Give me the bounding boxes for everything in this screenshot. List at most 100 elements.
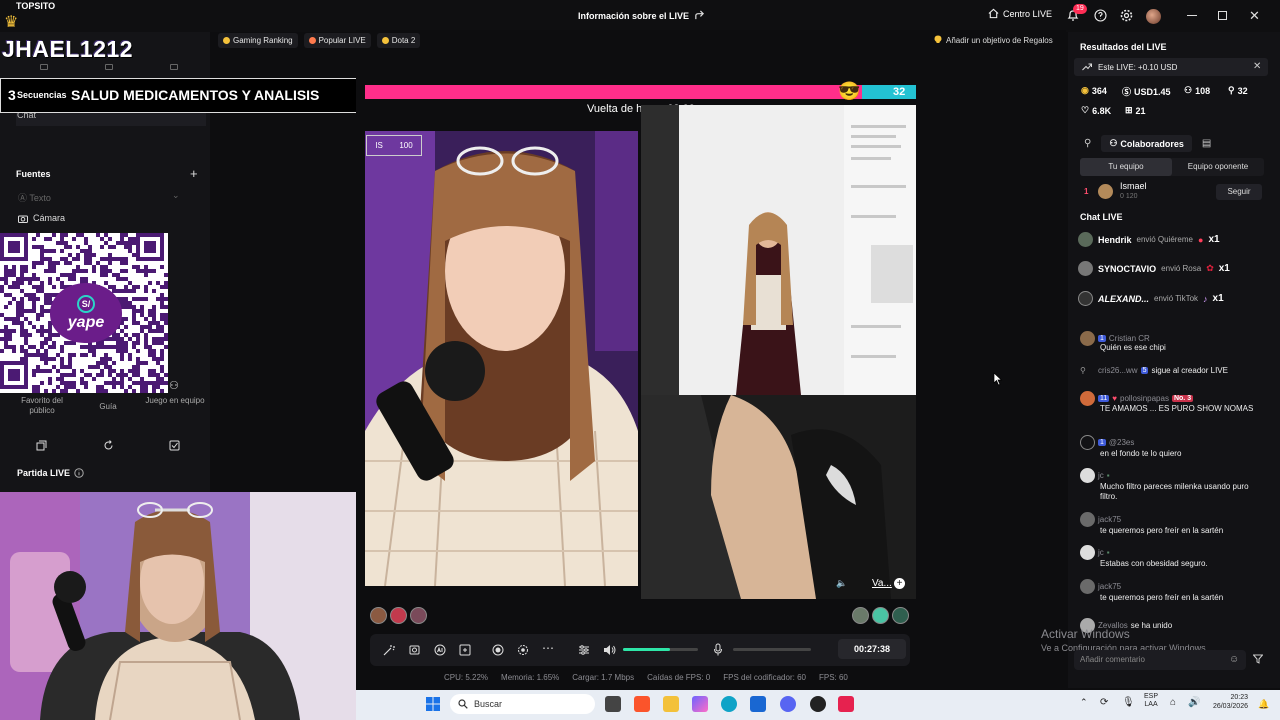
taskbar-search[interactable]: Buscar — [450, 694, 595, 714]
discord-icon[interactable] — [780, 696, 796, 712]
user-avatar[interactable] — [1078, 261, 1093, 276]
tray-chevron-icon[interactable]: ⌃ — [1080, 697, 1088, 708]
live-match-heading: Partida LIVE — [17, 468, 84, 478]
scene-tab-icon[interactable] — [40, 64, 48, 70]
gear-icon[interactable] — [1120, 9, 1133, 22]
source-text-item[interactable]: Ⓐ Texto — [18, 191, 51, 204]
scene-tab-icon[interactable] — [170, 64, 178, 70]
centro-live-button[interactable]: Centro LIVE — [988, 8, 1052, 19]
supporter-avatar[interactable] — [410, 607, 427, 624]
tab-opponent-team[interactable]: Equipo oponente — [1172, 158, 1264, 176]
network-icon[interactable]: ⌂ — [1170, 697, 1176, 708]
mic-tray-icon[interactable]: 🎙 — [1122, 697, 1135, 708]
chat-user[interactable]: jc — [1098, 548, 1104, 557]
notifications-icon[interactable]: 🔔 — [1258, 699, 1269, 710]
language-indicator[interactable]: ESP LAA — [1144, 693, 1158, 709]
speaker-tray-icon[interactable]: 🔊 — [1188, 697, 1200, 708]
chip-gaming-ranking[interactable]: Gaming Ranking — [218, 33, 298, 48]
chat-user[interactable]: jack75 — [1098, 515, 1121, 524]
gift-sender[interactable]: ALEXAND... — [1098, 294, 1149, 304]
volume-icon[interactable] — [603, 644, 616, 656]
chevron-down-icon[interactable]: ⌄ — [172, 190, 180, 201]
minimize-button[interactable] — [1187, 15, 1197, 16]
camera-switch-icon[interactable] — [409, 644, 421, 656]
user-avatar[interactable] — [1080, 331, 1095, 346]
supporter-avatar[interactable] — [852, 607, 869, 624]
copilot-icon[interactable] — [692, 696, 708, 712]
layout-icon[interactable] — [459, 644, 471, 656]
obs-icon[interactable] — [810, 696, 826, 712]
user-avatar[interactable] — [1080, 545, 1095, 560]
chip-popular-live[interactable]: Popular LIVE — [303, 33, 371, 48]
magic-wand-icon[interactable] — [383, 644, 395, 656]
brave-browser-icon[interactable] — [634, 696, 650, 712]
tiktok-live-studio-icon[interactable] — [838, 696, 854, 712]
refresh-icon[interactable] — [103, 440, 114, 451]
user-avatar[interactable] — [1078, 291, 1093, 306]
user-avatar[interactable] — [1080, 579, 1095, 594]
share-icon[interactable] — [694, 10, 705, 21]
windows-start-icon[interactable] — [426, 697, 440, 711]
list-icon[interactable]: ▤ — [1202, 138, 1211, 149]
user-avatar[interactable] — [1080, 468, 1095, 483]
add-opponent-icon[interactable]: + — [894, 578, 905, 589]
option-team-game[interactable]: Juego en equipo — [145, 396, 205, 406]
emoji-icon[interactable]: ☺ — [1229, 654, 1239, 665]
clock[interactable]: 20:23 26/03/2026 — [1208, 693, 1248, 711]
comment-input[interactable]: Añadir comentario — [1074, 650, 1246, 670]
more-icon[interactable]: ⋯ — [542, 641, 554, 655]
user-avatar[interactable] — [1146, 9, 1161, 24]
option-favorite[interactable]: Favorito del público — [12, 396, 72, 416]
maximize-button[interactable] — [1218, 11, 1227, 20]
gift-sender[interactable]: SYNOCTAVIO — [1098, 264, 1156, 274]
microphone-slider[interactable] — [733, 648, 811, 651]
chip-dota-2[interactable]: Dota 2 — [376, 33, 421, 48]
add-source-icon[interactable]: + — [190, 166, 198, 181]
chat-user[interactable]: @23es — [1109, 438, 1134, 447]
record-icon[interactable] — [492, 644, 504, 656]
supporter-avatar[interactable] — [892, 607, 909, 624]
store-icon[interactable] — [750, 696, 766, 712]
microphone-icon[interactable] — [713, 643, 723, 656]
supporter-avatar[interactable] — [370, 607, 387, 624]
chat-user[interactable]: Cristian CR — [1109, 334, 1150, 343]
add-gift-goal-link[interactable]: Añadir un objetivo de Regalos — [934, 35, 1053, 45]
user-avatar[interactable] — [1078, 232, 1093, 247]
help-icon[interactable] — [1094, 9, 1107, 22]
target-icon[interactable] — [517, 644, 529, 656]
scene-tab-icon[interactable] — [105, 64, 113, 70]
person-settings-icon[interactable]: ⚲ — [1084, 138, 1091, 149]
copy-icon[interactable] — [36, 440, 47, 451]
chat-user[interactable]: jc — [1098, 471, 1104, 480]
source-camera-item[interactable]: Cámara — [18, 213, 65, 223]
rank-avatar[interactable] — [1098, 184, 1113, 199]
filter-icon[interactable] — [1253, 654, 1263, 664]
window-title[interactable]: Información sobre el LIVE — [578, 11, 689, 21]
user-avatar[interactable] — [1080, 391, 1095, 406]
supporter-avatar[interactable] — [390, 607, 407, 624]
close-window-button[interactable]: ✕ — [1249, 8, 1260, 24]
close-icon[interactable]: ✕ — [1253, 61, 1261, 72]
chat-user[interactable]: jack75 — [1098, 582, 1121, 591]
user-avatar[interactable] — [1080, 435, 1095, 450]
gift-sender[interactable]: Hendrik — [1098, 235, 1132, 245]
task-view-icon[interactable] — [605, 696, 621, 712]
sync-icon[interactable]: ⟳ — [1100, 697, 1108, 708]
supporter-avatar[interactable] — [872, 607, 889, 624]
equalizer-icon[interactable] — [578, 644, 590, 656]
checklist-icon[interactable] — [169, 440, 180, 451]
chat-user[interactable]: cris26...ww — [1098, 366, 1138, 375]
speaker-icon[interactable]: 🔈 — [836, 578, 847, 589]
ai-icon[interactable] — [434, 644, 446, 656]
option-guide[interactable]: Guía — [78, 402, 138, 412]
opponent-name-tag[interactable]: Va... — [872, 578, 892, 589]
edge-icon[interactable] — [721, 696, 737, 712]
this-live-earnings[interactable]: Este LIVE: +0.10 USD — [1074, 58, 1268, 76]
info-icon[interactable] — [74, 468, 84, 478]
user-avatar[interactable] — [1080, 512, 1095, 527]
tab-your-team[interactable]: Tu equipo — [1080, 158, 1172, 176]
file-explorer-icon[interactable] — [663, 696, 679, 712]
follow-button[interactable]: Seguir — [1216, 184, 1262, 200]
chat-user[interactable]: pollosinpapas — [1120, 394, 1169, 403]
collaborators-button[interactable]: ⚇ Colaboradores — [1101, 135, 1192, 152]
